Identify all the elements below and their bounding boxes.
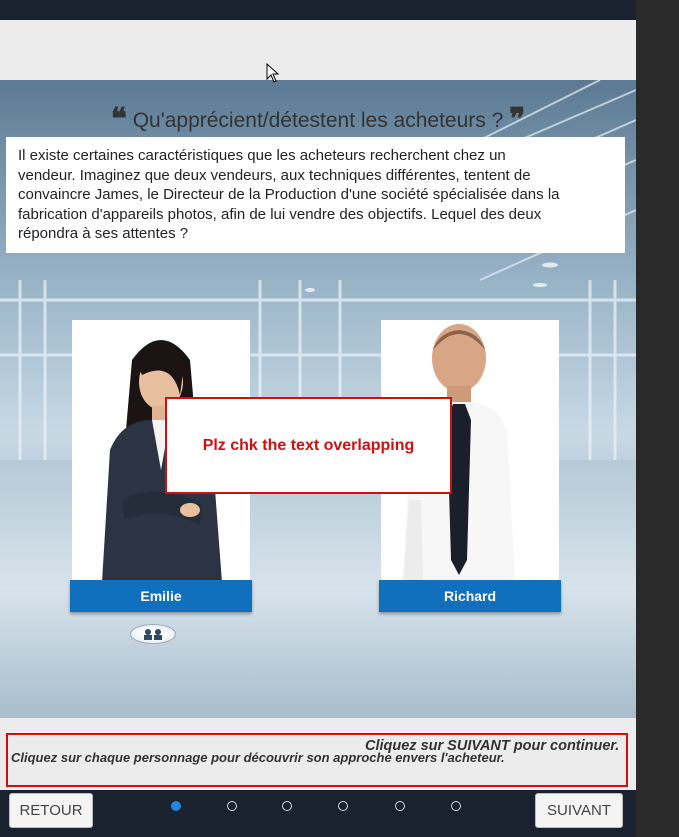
intro-line: Il existe certaines caractéristiques que… bbox=[18, 147, 506, 164]
page-dot-6[interactable] bbox=[451, 801, 461, 811]
people-icon bbox=[144, 629, 162, 640]
page-dot-4[interactable] bbox=[338, 801, 348, 811]
page-dot-2[interactable] bbox=[227, 801, 237, 811]
speech-bubble-icon[interactable] bbox=[130, 624, 176, 644]
review-note-text: Plz chk the text overlapping bbox=[202, 436, 415, 454]
top-bar bbox=[0, 0, 636, 20]
intro-line: répondra à ses attentes ? bbox=[18, 225, 189, 242]
mouse-cursor-icon bbox=[266, 63, 280, 83]
page-dot-1[interactable] bbox=[171, 801, 181, 811]
header-band bbox=[0, 20, 636, 80]
page-dot-3[interactable] bbox=[282, 801, 292, 811]
richard-button[interactable]: Richard bbox=[379, 580, 561, 612]
emilie-button[interactable]: Emilie bbox=[70, 580, 252, 612]
right-gutter bbox=[636, 0, 679, 837]
intro-text-box: Il existe certaines caractéristiques que… bbox=[6, 137, 625, 253]
next-button[interactable]: SUIVANT bbox=[535, 793, 623, 828]
title-text: Qu'apprécient/détestent les acheteurs ? bbox=[132, 109, 504, 132]
back-button[interactable]: RETOUR bbox=[9, 793, 93, 828]
open-quote-icon: ❝ bbox=[110, 103, 127, 136]
overlap-highlight-box bbox=[6, 733, 628, 787]
close-quote-icon: ❞ bbox=[509, 103, 526, 136]
intro-line: convaincre James, le Directeur de la Pro… bbox=[18, 186, 560, 203]
review-note-box: Plz chk the text overlapping bbox=[165, 397, 452, 494]
intro-line: fabrication d'appareils photos, afin de … bbox=[18, 205, 542, 223]
slide-title: ❝ Qu'apprécient/détestent les acheteurs … bbox=[0, 102, 636, 137]
intro-line: vendeur. Imaginez que deux vendeurs, aux… bbox=[18, 166, 531, 184]
page-dot-5[interactable] bbox=[395, 801, 405, 811]
